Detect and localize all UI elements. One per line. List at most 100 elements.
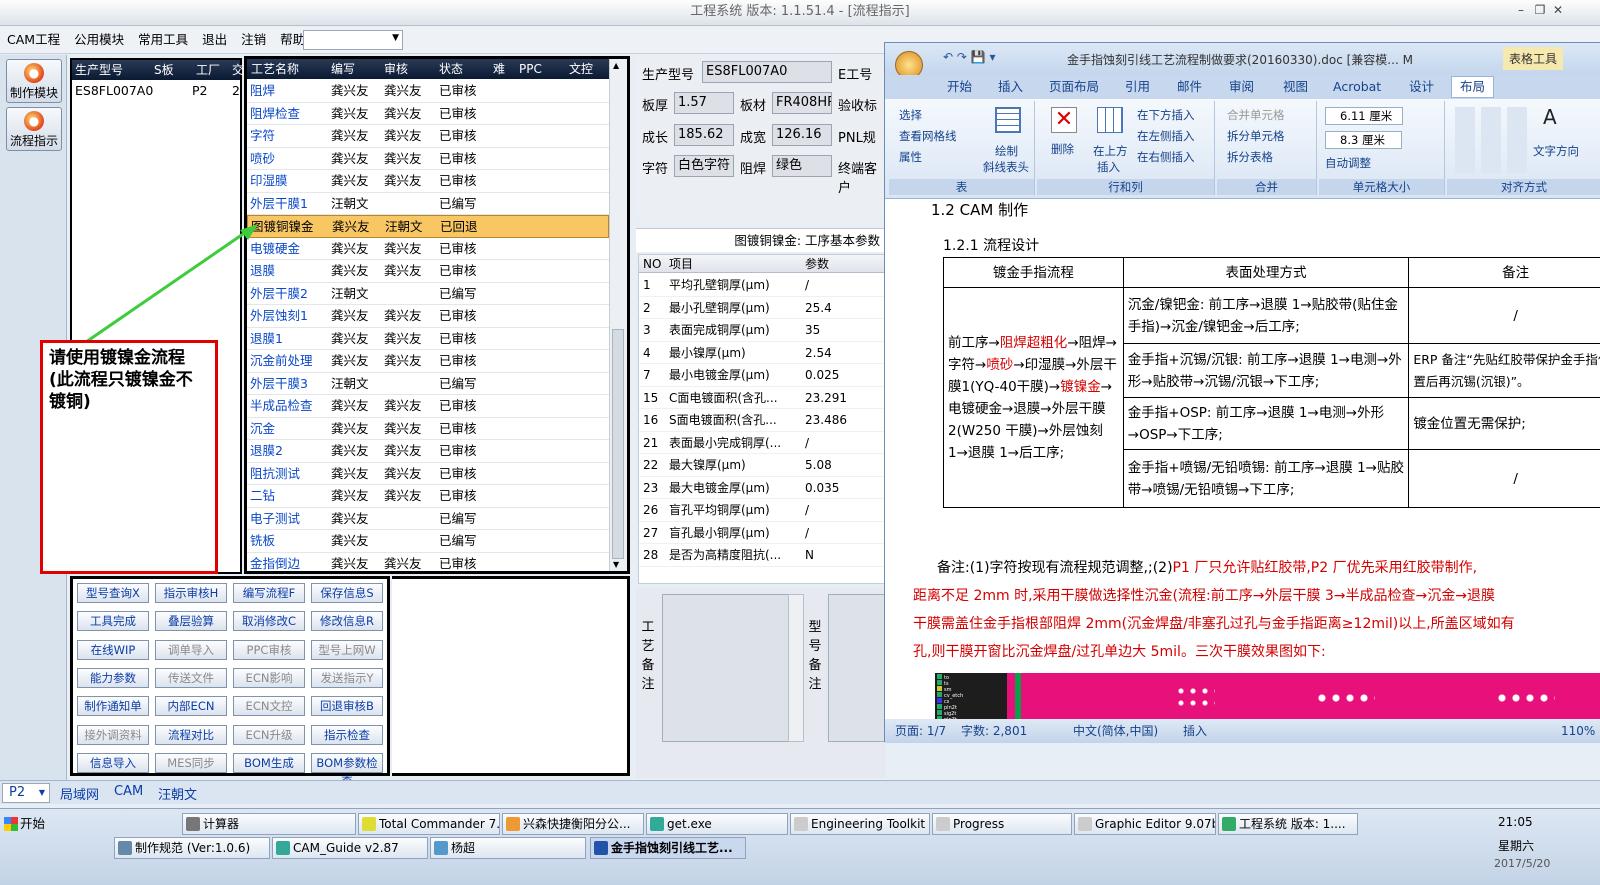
tool-button[interactable]: 调单导入 xyxy=(155,639,227,660)
tab-lan[interactable]: 局域网 xyxy=(60,784,99,803)
text-direction-icon[interactable]: A xyxy=(1543,105,1557,129)
tab-acrobat[interactable]: Acrobat xyxy=(1333,77,1381,97)
param-row[interactable]: 4 最小镍厚(μm) 2.54 xyxy=(639,342,885,364)
minimize-icon[interactable]: – xyxy=(1514,3,1528,17)
process-row[interactable]: 退膜2 龚兴友 龚兴友 已审核 xyxy=(247,440,609,463)
tab-design[interactable]: 设计 xyxy=(1409,77,1434,97)
param-row[interactable]: 15 C面电镀面积(含孔... 23.291 xyxy=(639,387,885,409)
taskbar-item[interactable]: 杨超 xyxy=(430,837,586,859)
process-row[interactable]: 退膜 龚兴友 龚兴友 已审核 xyxy=(247,260,609,283)
merge-cells-button[interactable]: 合并单元格 xyxy=(1227,107,1285,123)
start-button[interactable]: 开始 xyxy=(2,813,52,835)
tab-review[interactable]: 审阅 xyxy=(1229,77,1254,97)
tab-user[interactable]: 汪朝文 xyxy=(158,784,197,803)
param-row[interactable]: 26 盲孔平均铜厚(μm) / xyxy=(639,499,885,522)
param-row[interactable]: 3 表面完成铜厚(μm) 35 xyxy=(639,319,885,342)
taskbar-item[interactable]: Total Commander 7.0... xyxy=(358,813,500,835)
char-field[interactable]: 白色字符 xyxy=(674,155,734,177)
process-row[interactable]: 外层蚀刻1 龚兴友 龚兴友 已审核 xyxy=(247,305,609,328)
param-row[interactable]: 16 S面电镀面积(含孔... 23.486 xyxy=(639,409,885,432)
nav-flow-indication[interactable]: ● 流程指示 xyxy=(6,107,62,151)
tool-button[interactable]: 工具完成 xyxy=(77,611,149,632)
alignment-grid-icon[interactable] xyxy=(1455,107,1533,173)
process-scrollbar[interactable]: ▲ ▼ xyxy=(609,59,627,571)
nav-make-module[interactable]: ● 制作模块 xyxy=(6,59,62,103)
tool-button[interactable]: 型号查询X xyxy=(77,583,149,603)
process-row[interactable]: 沉金前处理 龚兴友 龚兴友 已审核 xyxy=(247,350,609,373)
tool-button[interactable]: BOM生成 xyxy=(233,752,305,773)
insert-above-icon[interactable] xyxy=(1097,107,1123,133)
draw-table-icon[interactable] xyxy=(995,107,1021,133)
col-width-field[interactable]: 8.3 厘米 xyxy=(1325,131,1402,149)
taskbar-item[interactable]: Engineering Toolkit 9.... xyxy=(790,813,930,835)
insert-below-button[interactable]: 在下方插入 xyxy=(1137,107,1195,123)
process-row[interactable]: 电子测试 龚兴友 已编写 xyxy=(247,508,609,530)
tab-view[interactable]: 视图 xyxy=(1283,77,1308,97)
tool-button[interactable]: 指示检查 xyxy=(311,724,383,745)
process-row[interactable]: 二钻 龚兴友 龚兴友 已审核 xyxy=(247,485,609,508)
split-cells-button[interactable]: 拆分单元格 xyxy=(1227,128,1285,144)
tab-table-layout[interactable]: 布局 xyxy=(1451,76,1495,98)
process-row[interactable]: 电镀硬金 龚兴友 龚兴友 已审核 xyxy=(247,238,609,260)
factory-combo[interactable]: P2 ▼ xyxy=(2,783,50,803)
row-height-field[interactable]: 6.11 厘米 xyxy=(1325,107,1404,125)
model-field[interactable]: ES8FL007A0 xyxy=(702,61,832,83)
craft-remark-field[interactable] xyxy=(662,594,804,742)
process-row[interactable]: 半成品检查 龚兴友 龚兴友 已审核 xyxy=(247,395,609,418)
product-row[interactable]: ES8FL007A0 P2 2 xyxy=(72,81,240,101)
tool-button[interactable]: 叠层验算 xyxy=(155,611,227,632)
menu-tools[interactable]: 常用工具 xyxy=(131,27,195,53)
tab-mailings[interactable]: 邮件 xyxy=(1177,77,1202,97)
process-row[interactable]: 阻抗测试 龚兴友 龚兴友 已审核 xyxy=(247,463,609,485)
tool-button[interactable]: ECN升级 xyxy=(233,724,305,745)
menu-combo[interactable]: ▼ xyxy=(303,30,403,50)
tool-button[interactable]: 接外调资料 xyxy=(77,724,149,745)
width-field[interactable]: 126.16 xyxy=(772,124,832,146)
chevron-down-icon[interactable]: ▼ xyxy=(392,33,399,43)
tool-button[interactable]: 回退审核B xyxy=(311,696,383,717)
menu-public[interactable]: 公用模块 xyxy=(67,27,131,53)
tab-home[interactable]: 开始 xyxy=(947,77,972,97)
tool-button[interactable]: 流程对比 xyxy=(155,724,227,745)
tool-button[interactable]: 型号上网W xyxy=(311,639,383,660)
process-row[interactable]: 图镀铜镍金 龚兴友 汪朝文 已回退 xyxy=(247,215,609,238)
param-row[interactable]: 22 最大镍厚(μm) 5.08 xyxy=(639,454,885,477)
tab-cam[interactable]: CAM xyxy=(114,784,143,799)
param-row[interactable]: 2 最小孔壁铜厚(μm) 25.4 xyxy=(639,297,885,319)
taskbar-item[interactable]: Graphic Editor 9.07b2... xyxy=(1074,813,1216,835)
tool-button[interactable]: 制作通知单 xyxy=(77,696,149,717)
tool-button[interactable]: MES同步 xyxy=(155,752,227,773)
tab-insert[interactable]: 插入 xyxy=(998,77,1023,97)
menu-exit[interactable]: 退出 xyxy=(195,27,234,53)
taskbar-item[interactable]: 计算器 xyxy=(182,813,356,835)
autofit-button[interactable]: 自动调整 xyxy=(1325,155,1371,171)
tool-button[interactable]: PPC审核 xyxy=(233,639,305,660)
param-row[interactable]: 27 盲孔最小铜厚(μm) / xyxy=(639,522,885,544)
menu-cam[interactable]: CAM工程 xyxy=(0,27,67,53)
param-row[interactable]: 23 最大电镀金厚(μm) 0.035 xyxy=(639,477,885,499)
process-row[interactable]: 金指倒边 龚兴友 龚兴友 已审核 xyxy=(247,553,609,575)
process-row[interactable]: 沉金 龚兴友 龚兴友 已审核 xyxy=(247,418,609,440)
remark-scrollbar[interactable] xyxy=(788,594,804,742)
length-field[interactable]: 185.62 xyxy=(674,124,734,146)
tool-button[interactable]: 在线WIP xyxy=(77,639,149,660)
process-row[interactable]: 退膜1 龚兴友 龚兴友 已审核 xyxy=(247,328,609,350)
scroll-down-icon[interactable]: ▼ xyxy=(613,560,619,569)
tool-button[interactable]: 信息导入 xyxy=(77,752,149,773)
select-button[interactable]: 选择 xyxy=(899,107,922,123)
process-row[interactable]: 印湿膜 龚兴友 龚兴友 已审核 xyxy=(247,170,609,193)
tool-button[interactable]: 指示审核H xyxy=(155,583,227,603)
tool-button[interactable]: 取消修改C xyxy=(233,611,305,632)
taskbar-item[interactable]: 金手指蚀刻引线工艺... xyxy=(590,837,746,859)
tool-button[interactable]: 能力参数 xyxy=(77,667,149,688)
taskbar-item[interactable]: 兴森快捷衡阳分公... xyxy=(502,813,644,835)
gridlines-button[interactable]: 查看网格线 xyxy=(899,128,957,144)
taskbar-item[interactable]: CAM_Guide v2.87 xyxy=(272,837,428,859)
model-remark-field[interactable] xyxy=(828,594,886,742)
document-area[interactable]: 1.2 CAM 制作 1.2.1 流程设计 镀金手指流程 表面处理方式 备注 前… xyxy=(885,199,1600,719)
close-icon[interactable]: ✕ xyxy=(1551,3,1565,17)
quick-access-icon[interactable]: ↶ ↷ 💾 ▾ xyxy=(943,50,996,64)
process-row[interactable]: 阻焊 龚兴友 龚兴友 已审核 xyxy=(247,80,609,103)
scroll-thumb[interactable] xyxy=(612,329,624,559)
taskbar-item[interactable]: 制作规范 (Ver:1.0.6) xyxy=(114,837,270,859)
